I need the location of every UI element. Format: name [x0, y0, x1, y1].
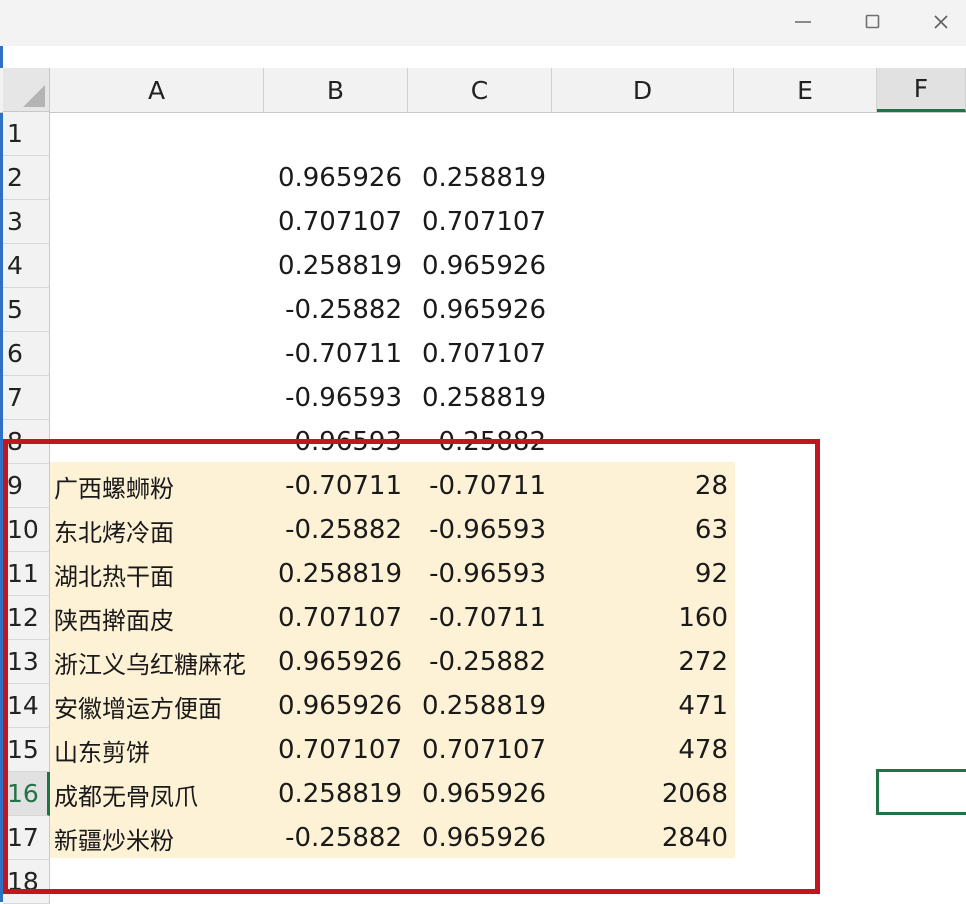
cell-c5[interactable]: 0.965926 [408, 288, 552, 332]
row-header-1[interactable]: 1 [3, 112, 50, 156]
cell-a1[interactable] [50, 112, 264, 156]
cell-b1[interactable] [264, 112, 408, 156]
select-all-icon [23, 85, 45, 107]
cell-c7[interactable]: 0.258819 [408, 376, 552, 420]
cell-d7[interactable] [552, 376, 734, 420]
close-button[interactable] [918, 6, 964, 38]
cell-a6[interactable] [50, 332, 264, 376]
maximize-icon [865, 14, 880, 29]
cell-c6[interactable]: 0.707107 [408, 332, 552, 376]
cell-b3[interactable]: 0.707107 [264, 200, 408, 244]
cell-d2[interactable] [552, 156, 734, 200]
column-header-d[interactable]: D [552, 68, 734, 112]
cell-d5[interactable] [552, 288, 734, 332]
cell-c2[interactable]: 0.258819 [408, 156, 552, 200]
column-header-b[interactable]: B [264, 68, 408, 112]
row-header-5[interactable]: 5 [3, 288, 50, 332]
cell-c4[interactable]: 0.965926 [408, 244, 552, 288]
cell-b4[interactable]: 0.258819 [264, 244, 408, 288]
row-header-7[interactable]: 7 [3, 376, 50, 420]
cell-d6[interactable] [552, 332, 734, 376]
row-header-2[interactable]: 2 [3, 156, 50, 200]
close-icon [934, 15, 948, 29]
cell-c1[interactable] [408, 112, 552, 156]
cell-a5[interactable] [50, 288, 264, 332]
maximize-button[interactable] [850, 6, 896, 38]
cell-b6[interactable]: -0.70711 [264, 332, 408, 376]
title-bar [0, 0, 966, 46]
column-header-f[interactable]: F [877, 68, 966, 112]
cell-a2[interactable] [50, 156, 264, 200]
cell-c3[interactable]: 0.707107 [408, 200, 552, 244]
minimize-button[interactable] [780, 6, 826, 38]
cell-d3[interactable] [552, 200, 734, 244]
cell-d4[interactable] [552, 244, 734, 288]
cell-a4[interactable] [50, 244, 264, 288]
cell-b2[interactable]: 0.965926 [264, 156, 408, 200]
column-header-a[interactable]: A [50, 68, 264, 112]
column-header-e[interactable]: E [734, 68, 877, 112]
cell-a3[interactable] [50, 200, 264, 244]
selected-cell[interactable] [876, 769, 966, 815]
row-header-4[interactable]: 4 [3, 244, 50, 288]
annotation-box [3, 439, 820, 894]
row-header-6[interactable]: 6 [3, 332, 50, 376]
column-header-c[interactable]: C [408, 68, 552, 112]
row-header-3[interactable]: 3 [3, 200, 50, 244]
cell-b5[interactable]: -0.25882 [264, 288, 408, 332]
minimize-icon [795, 21, 811, 23]
select-all-button[interactable] [3, 68, 50, 112]
cell-d1[interactable] [552, 112, 734, 156]
cell-b7[interactable]: -0.96593 [264, 376, 408, 420]
cell-a7[interactable] [50, 376, 264, 420]
